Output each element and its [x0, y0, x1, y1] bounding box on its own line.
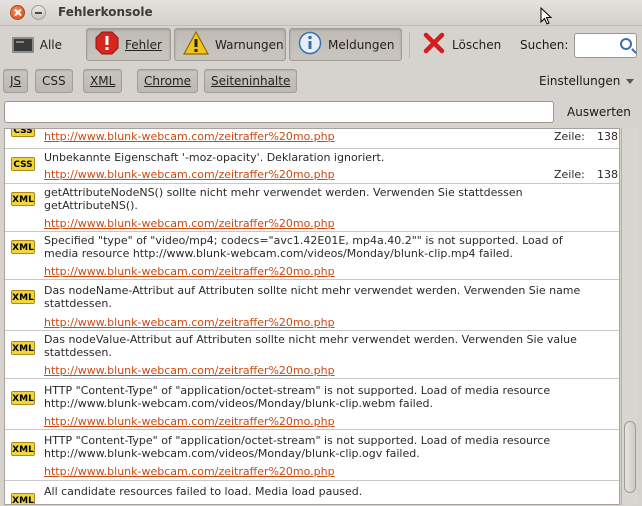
close-window-button[interactable] — [10, 5, 25, 20]
line-number: 138 — [597, 130, 618, 143]
message-source-link[interactable]: http://www.blunk-webcam.com/zeitraffer%2… — [44, 168, 335, 181]
chevron-down-icon — [626, 79, 635, 84]
title-bar: Fehlerkonsole — [0, 0, 642, 26]
clear-button[interactable]: Löschen — [414, 28, 510, 61]
message-text: getAttributeNodeNS() sollte nicht mehr v… — [44, 186, 523, 212]
search-icon — [620, 38, 632, 50]
minimize-window-button[interactable] — [31, 5, 46, 20]
warning-icon — [182, 30, 210, 58]
all-button[interactable]: Alle — [4, 28, 70, 61]
message-source-link[interactable]: http://www.blunk-webcam.com/zeitraffer%2… — [44, 465, 335, 478]
message-source-link[interactable]: http://www.blunk-webcam.com/zeitraffer%2… — [44, 364, 335, 377]
xml-warning-icon: XML — [11, 192, 35, 206]
list-item[interactable]: CSS http://www.blunk-webcam.com/zeitraff… — [5, 129, 619, 149]
filter-js-button[interactable]: JS — [3, 69, 29, 93]
xml-warning-icon: XML — [11, 493, 35, 504]
message-text: Specified "type" of "video/mp4; codecs="… — [44, 234, 563, 260]
message-text: Das nodeName-Attribut auf Attributen sol… — [44, 284, 581, 310]
xml-warning-icon: XML — [11, 341, 35, 355]
window-title: Fehlerkonsole — [58, 5, 153, 19]
message-source-link[interactable]: http://www.blunk-webcam.com/zeitraffer%2… — [44, 265, 335, 278]
message-source-link[interactable]: http://www.blunk-webcam.com/zeitraffer%2… — [44, 316, 335, 329]
settings-menu[interactable]: Einstellungen — [539, 74, 635, 88]
xml-warning-icon: XML — [11, 391, 35, 405]
message-text: Unbekannte Eigenschaft '-moz-opacity'. D… — [44, 151, 385, 164]
list-item[interactable]: XML All candidate resources failed to lo… — [5, 481, 619, 504]
xml-warning-icon: XML — [11, 240, 35, 254]
filter-chrome-button[interactable]: Chrome — [137, 69, 199, 93]
all-button-label: Alle — [39, 37, 62, 52]
settings-menu-label: Einstellungen — [539, 74, 621, 88]
message-source-link[interactable]: http://www.blunk-webcam.com/zeitraffer%2… — [44, 217, 335, 230]
clear-icon — [422, 31, 446, 58]
error-icon — [95, 31, 119, 58]
message-text: All candidate resources failed to load. … — [44, 485, 363, 498]
message-source-link[interactable]: http://www.blunk-webcam.com/zeitraffer%2… — [44, 130, 335, 143]
message-source-link[interactable]: http://www.blunk-webcam.com/zeitraffer%2… — [44, 415, 335, 428]
info-icon — [298, 31, 322, 58]
list-item[interactable]: XML HTTP "Content-Type" of "application/… — [5, 430, 619, 481]
list-item[interactable]: XML Das nodeValue-Attribut auf Attribute… — [5, 331, 619, 379]
errors-button[interactable]: Fehler — [86, 28, 171, 61]
xml-warning-icon: XML — [11, 290, 35, 304]
evaluate-input[interactable] — [4, 101, 554, 123]
list-item[interactable]: XML Specified "type" of "video/mp4; code… — [5, 232, 619, 280]
message-text: Das nodeValue-Attribut auf Attributen so… — [44, 333, 577, 359]
messages-button-label: Meldungen — [328, 37, 395, 52]
warnings-button-label: Warnungen — [215, 37, 284, 52]
evaluate-row: Auswerten — [0, 98, 642, 126]
toolbar-separator — [409, 32, 410, 58]
filter-xml-button[interactable]: XML — [83, 69, 123, 93]
line-label: Zeile: — [554, 130, 585, 143]
line-number: 138 — [597, 168, 618, 181]
mouse-pointer-icon — [540, 6, 553, 28]
list-item[interactable]: XML Das nodeName-Attribut auf Attributen… — [5, 280, 619, 331]
console-icon — [12, 36, 34, 53]
css-warning-icon: CSS — [11, 157, 35, 171]
search-input[interactable] — [574, 33, 637, 58]
message-text: HTTP "Content-Type" of "application/octe… — [44, 434, 551, 460]
scrollbar-thumb[interactable] — [624, 421, 636, 493]
xml-warning-icon: XML — [11, 442, 35, 456]
messages-button[interactable]: Meldungen — [289, 28, 402, 61]
list-item[interactable]: XML getAttributeNodeNS() sollte nicht me… — [5, 184, 619, 232]
line-label: Zeile: — [554, 168, 585, 181]
list-item[interactable]: XML HTTP "Content-Type" of "application/… — [5, 379, 619, 430]
filter-content-button[interactable]: Seiteninhalte — [204, 69, 298, 93]
evaluate-button[interactable]: Auswerten — [567, 105, 631, 119]
clear-button-label: Löschen — [452, 37, 502, 52]
list-item[interactable]: CSS Unbekannte Eigenschaft '-moz-opacity… — [5, 149, 619, 184]
css-warning-icon: CSS — [11, 129, 35, 137]
vertical-scrollbar[interactable] — [621, 128, 637, 505]
message-list[interactable]: CSS http://www.blunk-webcam.com/zeitraff… — [4, 128, 620, 505]
errors-button-label: Fehler — [125, 37, 162, 52]
message-text: HTTP "Content-Type" of "application/octe… — [44, 384, 551, 410]
warnings-button[interactable]: Warnungen — [174, 28, 286, 61]
filter-css-button[interactable]: CSS — [35, 69, 73, 93]
search-label: Suchen: — [520, 38, 569, 52]
filter-toolbar: JS CSS XML Chrome Seiteninhalte Einstell… — [0, 66, 642, 94]
